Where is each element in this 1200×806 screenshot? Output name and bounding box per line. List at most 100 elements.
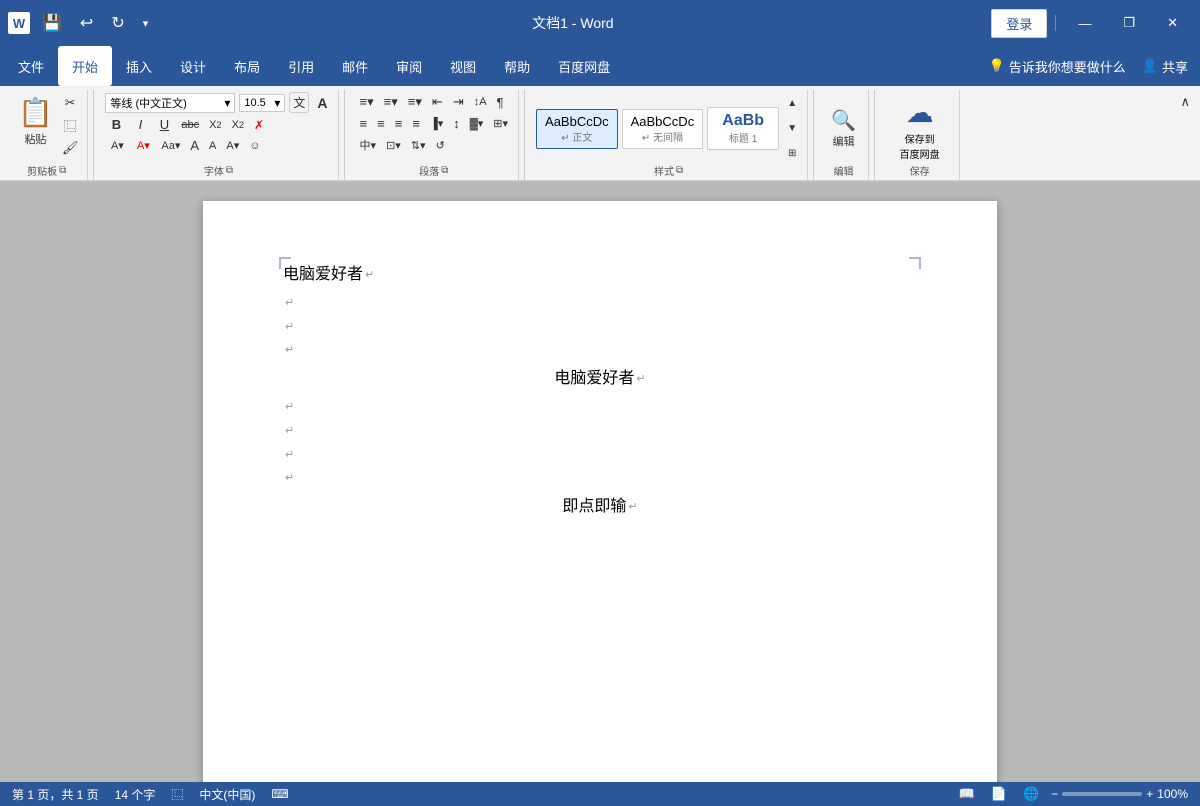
- style-no-spacing-preview: AaBbCcDc: [631, 114, 695, 129]
- indent-increase-button[interactable]: ⇥: [449, 92, 468, 112]
- style-normal[interactable]: AaBbCcDc ↵ 正文: [536, 109, 618, 149]
- styles-label: 样式 ⧉: [654, 163, 683, 178]
- zoom-slider[interactable]: [1062, 792, 1142, 796]
- align-center-button[interactable]: ≡: [373, 114, 389, 133]
- strikethrough-button[interactable]: abc: [177, 117, 203, 133]
- doc-text-1: 电脑爱好者: [283, 261, 363, 290]
- styles-scroll-down[interactable]: ▼: [783, 121, 801, 136]
- menu-mailings[interactable]: 邮件: [328, 46, 382, 86]
- close-button[interactable]: ✕: [1153, 9, 1192, 37]
- undo-button[interactable]: ↩: [74, 11, 99, 35]
- copy-button[interactable]: ⿺: [59, 115, 82, 136]
- font-family-dropdown[interactable]: 等线 (中文正文) ▾: [105, 93, 235, 113]
- para-mark-3: ↵: [285, 318, 294, 338]
- font-size-decrease[interactable]: A: [205, 138, 220, 154]
- bold-button[interactable]: B: [105, 115, 127, 134]
- list-numbers-button[interactable]: ≡▾: [380, 92, 402, 112]
- line-spacing-button[interactable]: ↕: [449, 114, 464, 133]
- share-button[interactable]: 👤 共享: [1134, 46, 1196, 86]
- styles-expand-icon[interactable]: ⧉: [676, 165, 683, 176]
- subscript-button[interactable]: X2: [205, 117, 225, 133]
- redo-button[interactable]: ↻: [105, 11, 130, 35]
- superscript-button[interactable]: X2: [228, 117, 248, 133]
- menu-layout[interactable]: 布局: [220, 46, 274, 86]
- print-layout-button[interactable]: 📄: [987, 784, 1011, 804]
- italic-button[interactable]: I: [129, 115, 151, 134]
- styles-scroll-up[interactable]: ▲: [783, 96, 801, 111]
- font-case-button[interactable]: Aa▾: [157, 137, 184, 154]
- status-right: 📖 📄 🌐 − + 100%: [955, 784, 1188, 804]
- margin-corner-tl: [279, 257, 291, 269]
- chinese-layout-button[interactable]: 中▾: [356, 135, 381, 155]
- align-right-button[interactable]: ≡: [391, 114, 407, 133]
- styles-more[interactable]: ⊞: [783, 146, 801, 161]
- style-heading1[interactable]: AaBb 标题 1: [707, 107, 779, 150]
- column-button[interactable]: ▐▾: [426, 115, 447, 132]
- sort-button[interactable]: ↕A: [470, 94, 491, 110]
- title-bar: W 💾 ↩ ↻ ▾ 文档1 - Word 登录 — ❐ ✕: [0, 0, 1200, 46]
- ribbon-divider-4: [813, 90, 814, 180]
- paste-button[interactable]: 📋 粘贴: [12, 92, 59, 151]
- ribbon-divider-3: [524, 90, 525, 180]
- list-bullets-button[interactable]: ≡▾: [356, 92, 378, 112]
- menu-insert[interactable]: 插入: [112, 46, 166, 86]
- clipboard-expand-icon[interactable]: ⧉: [59, 165, 66, 176]
- emoji-button[interactable]: ☺: [245, 138, 264, 154]
- login-button[interactable]: 登录: [991, 9, 1047, 38]
- align-justify-button[interactable]: ≡: [408, 114, 424, 133]
- para-border-button[interactable]: ⊡▾: [382, 137, 405, 154]
- doc-line-2: ↵: [283, 294, 917, 314]
- font-size-dropdown[interactable]: 10.5 ▾: [239, 94, 285, 112]
- menu-baidu[interactable]: 百度网盘: [544, 46, 624, 86]
- rotate-button[interactable]: ↺: [432, 137, 449, 154]
- menu-design[interactable]: 设计: [166, 46, 220, 86]
- text-highlight-button[interactable]: A▾: [105, 137, 129, 154]
- collapse-ribbon-button[interactable]: ∧: [1176, 92, 1194, 112]
- language: 中文(中国): [199, 786, 255, 803]
- clipboard-group: 📋 粘贴 ✂ ⿺ 🖌 剪贴板 ⧉: [6, 90, 88, 180]
- restore-button[interactable]: ❐: [1109, 9, 1149, 37]
- font-color2-button[interactable]: A▾: [222, 137, 243, 154]
- divider: [1055, 15, 1056, 31]
- menu-help[interactable]: 帮助: [490, 46, 544, 86]
- align-left-button[interactable]: ≡: [356, 114, 372, 133]
- indent-decrease-button[interactable]: ⇤: [428, 92, 447, 112]
- tell-me-button[interactable]: 💡 告诉我你想要做什么: [981, 46, 1134, 86]
- edit-button[interactable]: 🔍 编辑: [825, 104, 862, 153]
- menu-home[interactable]: 开始: [58, 46, 112, 86]
- paragraph-group: ≡▾ ≡▾ ≡▾ ⇤ ⇥ ↕A ¶ ≡ ≡ ≡ ≡ ▐▾ ↕ ▓▾ ⊞▾: [350, 90, 520, 180]
- qat-customize-button[interactable]: ▾: [137, 15, 155, 32]
- clear-format-button[interactable]: ✗: [250, 116, 268, 134]
- ribbon-row: 📋 粘贴 ✂ ⿺ 🖌 剪贴板 ⧉ 等线 (中文正文): [6, 90, 1194, 180]
- menu-file[interactable]: 文件: [4, 46, 58, 86]
- show-marks-button[interactable]: ¶: [493, 93, 508, 112]
- cut-button[interactable]: ✂: [59, 94, 82, 112]
- wen-button[interactable]: 文: [289, 92, 309, 113]
- share-label: 共享: [1162, 57, 1188, 76]
- menu-view[interactable]: 视图: [436, 46, 490, 86]
- paragraph-expand-icon[interactable]: ⧉: [441, 165, 448, 176]
- border-button[interactable]: ⊞▾: [489, 115, 512, 132]
- menu-review[interactable]: 审阅: [382, 46, 436, 86]
- lightbulb-icon: 💡: [989, 58, 1005, 74]
- multilevel-list-button[interactable]: ≡▾: [404, 92, 426, 112]
- underline-button[interactable]: U: [153, 115, 175, 134]
- menu-references[interactable]: 引用: [274, 46, 328, 86]
- font-size-increase[interactable]: A: [186, 136, 203, 155]
- document-page[interactable]: 电脑爱好者 ↵ ↵ ↵ ↵ 电脑爱好者 ↵ ↵ ↵: [203, 201, 997, 782]
- format-painter-button[interactable]: 🖌: [59, 139, 82, 157]
- edit-label-group: 编辑: [834, 163, 854, 178]
- shading-button[interactable]: ▓▾: [466, 115, 488, 132]
- font-expand-icon[interactable]: ⧉: [226, 165, 233, 176]
- text-color-button[interactable]: A▾: [131, 137, 155, 154]
- font-A-button[interactable]: A: [313, 93, 331, 113]
- text-direction-button[interactable]: ⇅▾: [407, 137, 430, 154]
- web-layout-button[interactable]: 🌐: [1019, 784, 1043, 804]
- para-mark-4: ↵: [285, 341, 294, 361]
- read-mode-button[interactable]: 📖: [955, 784, 979, 804]
- minimize-button[interactable]: —: [1064, 10, 1105, 37]
- style-no-spacing[interactable]: AaBbCcDc ↵ 无间隔: [622, 109, 704, 149]
- font-dropdown-arrow: ▾: [224, 96, 230, 110]
- style-heading1-label: 标题 1: [716, 130, 770, 145]
- quick-save-button[interactable]: 💾: [36, 11, 68, 35]
